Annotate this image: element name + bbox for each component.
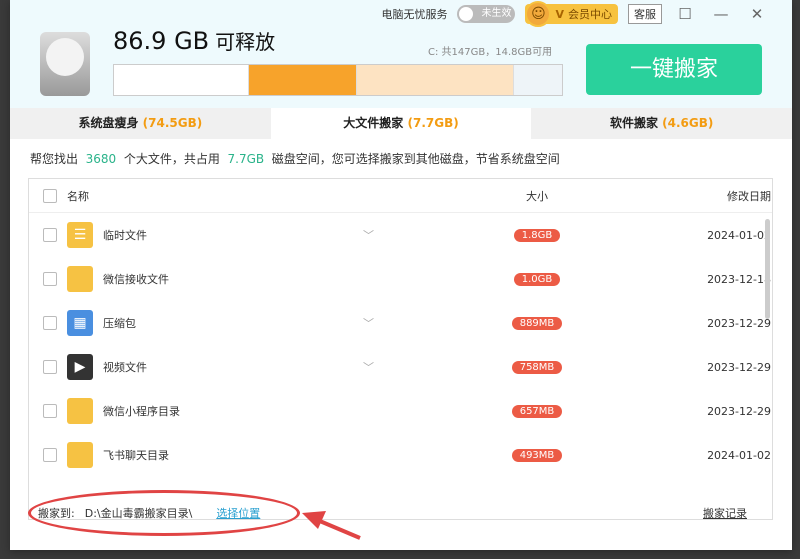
modified-date: 2023-12-29 [707, 404, 771, 418]
service-toggle[interactable]: 未生效 [457, 5, 516, 23]
file-name: 临时文件 [103, 229, 147, 242]
destination-path: D:\金山毒霸搬家目录\ [84, 507, 193, 520]
row-checkbox[interactable] [43, 360, 57, 374]
usage-segment [248, 65, 356, 95]
size-badge: 1.0GB [513, 273, 561, 286]
file-name: 微信接收文件 [103, 273, 169, 286]
file-name: 微信小程序目录 [103, 405, 180, 418]
summary-text: 帮您找出 3680 个大文件，共占用 7.7GB 磁盘空间，您可选择搬家到其他磁… [30, 152, 560, 166]
usage-segment [355, 65, 513, 95]
row-checkbox[interactable] [43, 448, 57, 462]
choose-location-link[interactable]: 选择位置 [216, 505, 260, 521]
one-click-move-button[interactable]: 一键搬家 [586, 44, 762, 95]
video-icon: ▶ [67, 354, 93, 380]
modified-date: 2023-12-18 [707, 272, 771, 286]
usage-segment [114, 65, 249, 95]
hard-disk-icon [40, 32, 90, 96]
file-table: 名称 大小 修改日期 ☰ 临时文件 ﹀ 1.8GB 2024-01-02 微信接… [28, 178, 773, 520]
vip-center-button[interactable]: ☺ V 会员中心 [525, 1, 618, 27]
row-checkbox[interactable] [43, 404, 57, 418]
avatar: ☺ [525, 1, 552, 27]
capacity-text: C: 共147GB，14.8GB可用 [428, 47, 553, 58]
chevron-down-icon[interactable]: ﹀ [363, 227, 463, 243]
tab-bar: 系统盘瘦身 (74.5GB) 大文件搬家 (7.7GB) 软件搬家 (4.6GB… [10, 108, 792, 139]
table-header: 名称 大小 修改日期 [29, 179, 772, 213]
header-size: 大小 [526, 189, 548, 203]
row-checkbox[interactable] [43, 228, 57, 242]
tab-large-files[interactable]: 大文件搬家 (7.7GB) [270, 108, 532, 139]
disk-usage-bar [113, 64, 563, 96]
service-label: 电脑无忧服务 [381, 8, 448, 21]
size-badge: 889MB [511, 317, 563, 330]
table-row[interactable]: 飞书聊天目录 493MB 2024-01-02 [29, 433, 772, 477]
title-bar: 电脑无忧服务 未生效 ☺ V 会员中心 客服 ☐ — ✕ [381, 1, 770, 27]
archive-icon: ▦ [67, 310, 93, 336]
header-date: 修改日期 [727, 189, 771, 203]
header: 电脑无忧服务 未生效 ☺ V 会员中心 客服 ☐ — ✕ 86.9 GB 可释放 C:… [10, 0, 792, 108]
modified-date: 2024-01-02 [707, 448, 771, 462]
modified-date: 2023-12-29 [707, 316, 771, 330]
releasable-amount: 86.9 GB 可释放 [113, 27, 276, 55]
table-row[interactable]: ▶ 视频文件 ﹀ 758MB 2023-12-29 [29, 345, 772, 389]
chevron-down-icon[interactable]: ﹀ [363, 315, 463, 331]
table-row[interactable]: 微信接收文件 1.0GB 2023-12-18 [29, 257, 772, 301]
folder-icon [67, 442, 93, 468]
folder-icon [67, 398, 93, 424]
modified-date: 2024-01-02 [707, 228, 771, 242]
row-checkbox[interactable] [43, 316, 57, 330]
folder-icon [67, 266, 93, 292]
annotation-arrow [302, 511, 361, 540]
minimize-icon[interactable]: — [708, 5, 734, 23]
scrollbar[interactable] [765, 219, 770, 319]
tab-system-slim[interactable]: 系统盘瘦身 (74.5GB) [10, 108, 271, 139]
file-name: 视频文件 [103, 361, 147, 374]
app-window: 电脑无忧服务 未生效 ☺ V 会员中心 客服 ☐ — ✕ 86.9 GB 可释放 C:… [10, 0, 792, 550]
size-badge: 1.8GB [513, 229, 561, 242]
file-name: 飞书聊天目录 [103, 449, 169, 462]
chevron-down-icon[interactable]: ﹀ [363, 359, 463, 375]
support-button[interactable]: 客服 [628, 4, 662, 24]
size-badge: 493MB [511, 449, 563, 462]
table-row[interactable]: 微信小程序目录 657MB 2023-12-29 [29, 389, 772, 433]
close-icon[interactable]: ✕ [744, 5, 770, 23]
file-name: 压缩包 [103, 317, 136, 330]
move-history-link[interactable]: 搬家记录 [703, 505, 747, 521]
header-name: 名称 [67, 189, 89, 203]
temp-folder-icon: ☰ [67, 222, 93, 248]
size-badge: 758MB [511, 361, 563, 374]
table-row[interactable]: ☰ 临时文件 ﹀ 1.8GB 2024-01-02 [29, 213, 772, 257]
move-destination: 搬家到: D:\金山毒霸搬家目录\ 选择位置 [38, 505, 261, 521]
size-badge: 657MB [511, 405, 563, 418]
modified-date: 2023-12-29 [707, 360, 771, 374]
select-all-checkbox[interactable] [43, 188, 57, 203]
tab-software-move[interactable]: 软件搬家 (4.6GB) [531, 108, 792, 139]
vip-label: 会员中心 [568, 8, 612, 21]
usage-segment [512, 65, 562, 95]
table-row[interactable]: ▦ 压缩包 ﹀ 889MB 2023-12-29 [29, 301, 772, 345]
row-checkbox[interactable] [43, 272, 57, 286]
feedback-icon[interactable]: ☐ [672, 5, 698, 23]
